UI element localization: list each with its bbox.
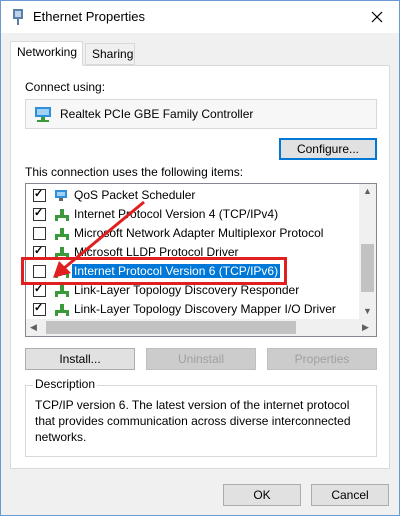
ethernet-properties-window: Ethernet Properties Networking Sharing C… <box>0 0 400 516</box>
arrow-annotation-icon <box>53 200 145 278</box>
